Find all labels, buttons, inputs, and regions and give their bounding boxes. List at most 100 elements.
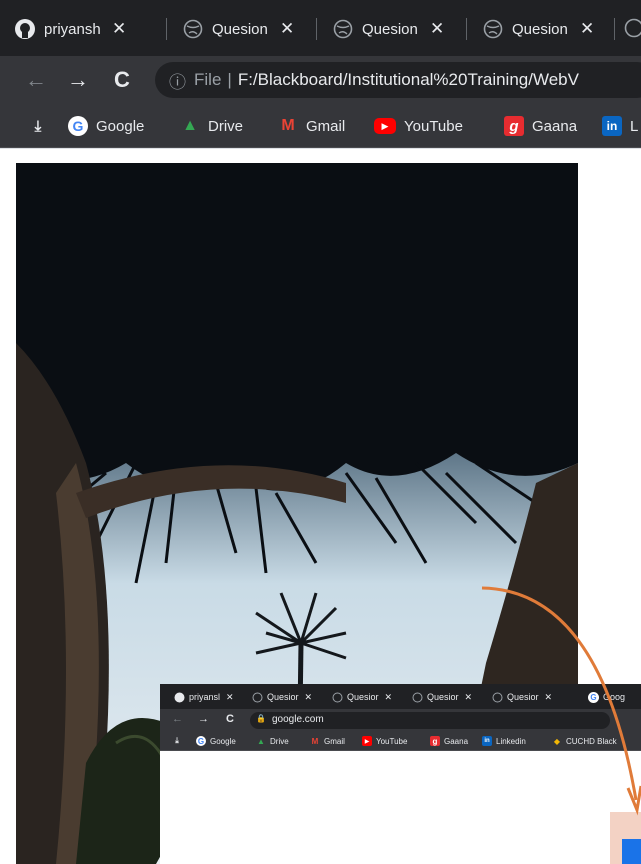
scheme-separator: | [227, 70, 232, 89]
bookmark-google[interactable]: G Google [196, 735, 236, 747]
tab-title: Quesion [212, 20, 268, 38]
bookmark-label: Gaana [444, 736, 469, 746]
close-icon[interactable]: ✕ [545, 692, 553, 703]
reload-button[interactable]: C [108, 66, 136, 94]
linkedin-icon: in [602, 116, 622, 136]
tab-separator [466, 18, 467, 40]
bookmark-download[interactable]: ⤓ [172, 735, 186, 747]
close-icon[interactable]: ✕ [280, 19, 294, 39]
back-button[interactable]: ← [172, 713, 183, 725]
info-icon[interactable]: ⓘ [169, 68, 186, 93]
bookmark-gmail[interactable]: M Gmail [310, 735, 345, 747]
google-icon: G [196, 736, 206, 746]
github-icon [174, 692, 185, 703]
bookmark-label: Google [210, 736, 236, 746]
close-icon[interactable]: ✕ [385, 692, 393, 703]
bookmark-linkedin[interactable]: in L [602, 114, 638, 138]
blackboard-icon: ◆ [553, 736, 561, 746]
bookmark-label: CUCHD Black [566, 736, 617, 746]
bookmark-gaana[interactable]: g Gaana [430, 735, 468, 747]
tab-question-3[interactable]: Quesion ✕ [482, 12, 594, 46]
forward-button[interactable]: → [64, 66, 92, 94]
tab-title: priyansh [44, 20, 101, 38]
inner-tab-question-4[interactable]: Quesior ✕ [492, 689, 552, 705]
url-text: google.com [272, 714, 324, 725]
tab-title: Quesior [347, 692, 379, 702]
download-icon: ⤓ [175, 736, 179, 745]
bookmark-drive[interactable]: ▲ Drive [256, 735, 289, 747]
youtube-icon: ▶ [362, 736, 372, 746]
tab-title: Goog [603, 692, 626, 702]
globe-icon [624, 18, 641, 43]
tab-title: Quesior [267, 692, 299, 702]
globe-icon [492, 692, 503, 703]
globe-icon [332, 692, 343, 703]
bookmark-download[interactable]: ⤓ [28, 114, 56, 138]
gmail-icon: M [281, 117, 295, 134]
bookmark-linkedin[interactable]: in Linkedin [482, 735, 526, 747]
tab-github[interactable]: priyansh ✕ [14, 12, 126, 46]
bookmarks-bar: ⤓ G Google ▲ Drive M Gmail ▶ YouTube g G… [0, 104, 641, 148]
gaana-icon: g [504, 116, 524, 136]
tab-title: Quesion [362, 20, 418, 38]
toolbar: ← → C ⓘ File | F:/Blackboard/Institution… [0, 56, 641, 104]
bookmark-label: Drive [208, 117, 244, 135]
reload-button[interactable]: C [226, 713, 234, 725]
globe-icon [482, 18, 504, 40]
bookmark-drive[interactable]: ▲ Drive [180, 114, 243, 138]
bookmark-blackboard[interactable]: ◆ CUCHD Black [552, 735, 617, 747]
tab-title: Quesior [427, 692, 459, 702]
bookmark-label: YouTube [404, 117, 463, 135]
tab-separator [614, 18, 615, 40]
globe-icon [182, 18, 204, 40]
inner-toolbar: ← → C 🔒 google.com [160, 709, 641, 731]
inner-tab-question-2[interactable]: Quesior ✕ [332, 689, 392, 705]
inner-tab-github[interactable]: priyansl ✕ [174, 689, 234, 705]
inner-tab-question-3[interactable]: Quesior ✕ [412, 689, 472, 705]
close-icon[interactable]: ✕ [430, 19, 444, 39]
tab-title: priyansl [189, 692, 221, 702]
bookmark-google[interactable]: G Google [68, 114, 144, 138]
inner-tab-question-1[interactable]: Quesior ✕ [252, 689, 312, 705]
close-icon[interactable]: ✕ [305, 692, 313, 703]
bookmark-gaana[interactable]: g Gaana [504, 114, 577, 138]
bookmark-youtube[interactable]: ▶ YouTube [374, 114, 463, 138]
tab-question-2[interactable]: Quesion ✕ [332, 12, 444, 46]
drive-icon: ▲ [182, 117, 198, 134]
page-content: priyansl ✕ Quesior ✕ Quesior ✕ Quesior ✕… [0, 149, 641, 864]
forward-button[interactable]: → [198, 713, 209, 725]
inner-tab-google[interactable]: G Goog [588, 689, 625, 705]
bookmark-label: YouTube [376, 736, 408, 746]
youtube-icon: ▶ [374, 118, 396, 134]
close-icon[interactable]: ✕ [112, 19, 126, 39]
close-icon[interactable]: ✕ [580, 19, 594, 39]
nested-screenshot: priyansl ✕ Quesior ✕ Quesior ✕ Quesior ✕… [160, 684, 641, 864]
partial-blue-block [622, 839, 641, 864]
url-text: F:/Blackboard/Institutional%20Training/W… [237, 70, 579, 89]
google-icon: G [68, 116, 88, 136]
browser-chrome: priyansh ✕ Quesion ✕ Quesion ✕ Quesion ✕ [0, 0, 641, 153]
address-bar[interactable]: ⓘ File | F:/Blackboard/Institutional%20T… [155, 62, 641, 98]
tab-strip: priyansh ✕ Quesion ✕ Quesion ✕ Quesion ✕ [0, 0, 641, 56]
tab-separator [316, 18, 317, 40]
bookmark-label: Google [96, 117, 145, 135]
inner-tab-strip: priyansl ✕ Quesior ✕ Quesior ✕ Quesior ✕… [160, 684, 641, 709]
google-icon: G [588, 691, 599, 703]
close-icon[interactable]: ✕ [226, 692, 234, 703]
tab-title: Quesior [507, 692, 539, 702]
tab-title: Quesion [512, 20, 568, 38]
tab-question-1[interactable]: Quesion ✕ [182, 12, 294, 46]
drive-icon: ▲ [257, 736, 265, 746]
globe-icon [412, 692, 423, 703]
bookmark-gmail[interactable]: M Gmail [278, 114, 345, 138]
bookmark-label: Linkedin [496, 736, 526, 746]
gmail-icon: M [311, 736, 319, 746]
back-button[interactable]: ← [22, 66, 50, 94]
close-icon[interactable]: ✕ [465, 692, 473, 703]
bookmark-label: L [630, 117, 639, 135]
globe-icon [252, 692, 263, 703]
bookmark-youtube[interactable]: ▶ YouTube [362, 735, 407, 747]
github-icon [14, 18, 36, 40]
scheme-label: File [194, 70, 222, 89]
bookmark-label: Gmail [306, 117, 346, 135]
